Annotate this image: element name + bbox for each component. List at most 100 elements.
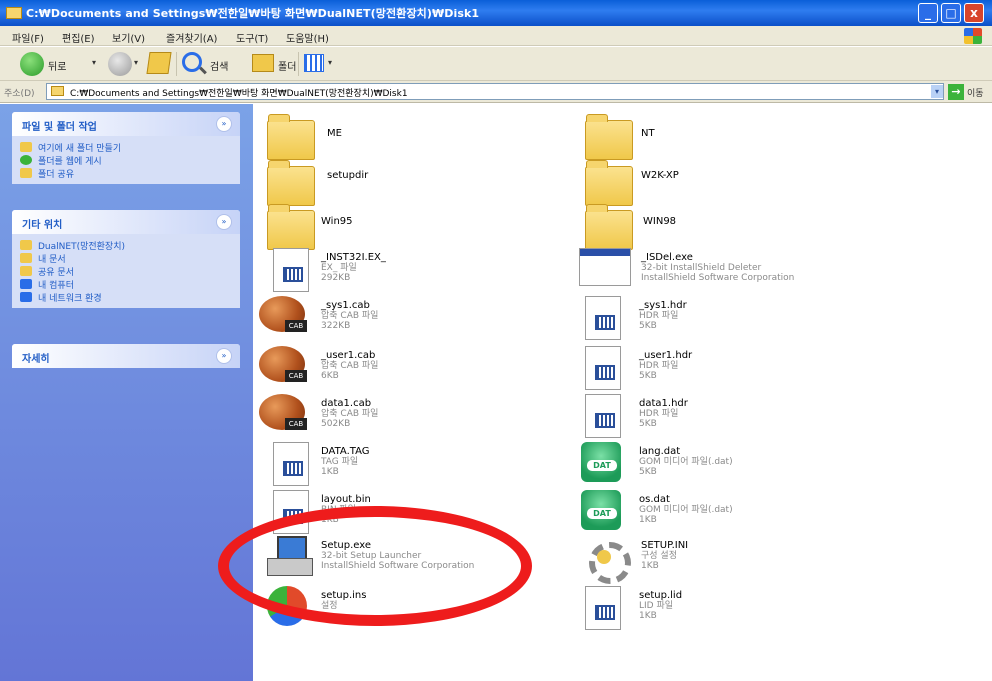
file-size: 1KB: [321, 467, 339, 477]
task-new-folder[interactable]: 여기에 새 폴더 만들기: [20, 141, 240, 154]
file-company: InstallShield Software Corporation: [641, 273, 795, 283]
computer-icon: [20, 279, 32, 289]
file-name: DATA.TAG: [321, 446, 370, 457]
task-label: 폴더를 웹에 게시: [38, 157, 102, 167]
search-icon[interactable]: [182, 52, 202, 72]
place-my-network[interactable]: 내 네트워크 환경: [20, 291, 240, 304]
collapse-chevron-icon[interactable]: »: [216, 214, 232, 230]
other-places-header[interactable]: 기타 위치 »: [12, 210, 240, 234]
forward-icon[interactable]: [108, 52, 132, 76]
explorer-window: C:₩Documents and Settings₩전한일₩바탕 화면₩Dual…: [0, 0, 992, 681]
place-my-documents[interactable]: 내 문서: [20, 252, 240, 265]
file-name: _sys1.cab: [321, 300, 370, 311]
panel-title: 자세히: [22, 354, 50, 365]
place-dualnet[interactable]: DualNET(망전환장치): [20, 239, 240, 252]
file-size: 322KB: [321, 321, 351, 331]
task-publish-web[interactable]: 폴더를 웹에 게시: [20, 154, 240, 167]
toolbar-separator: [298, 52, 299, 76]
forward-dropdown-icon[interactable]: ▾: [134, 58, 138, 67]
go-button-label[interactable]: 이동: [967, 86, 984, 99]
cab-badge: CAB: [285, 370, 307, 382]
place-shared-documents[interactable]: 공유 문서: [20, 265, 240, 278]
document-icon: [273, 248, 309, 292]
address-path[interactable]: C:₩Documents and Settings₩전한일₩바탕 화면₩Dual…: [70, 86, 408, 99]
file-type: 압축 CAB 파일: [321, 409, 379, 419]
folder-icon: [585, 204, 633, 250]
file-name: W2K-XP: [641, 170, 679, 181]
task-label: 여기에 새 폴더 만들기: [38, 144, 122, 154]
address-label: 주소(D): [4, 89, 35, 99]
window-title: C:₩Documents and Settings₩전한일₩바탕 화면₩Dual…: [26, 7, 480, 20]
file-type: GOM 미디어 파일(.dat): [639, 457, 733, 467]
place-label: 내 컴퓨터: [38, 281, 74, 291]
highlight-circle: [218, 506, 532, 626]
application-window-icon: [579, 248, 631, 286]
file-name: layout.bin: [321, 494, 371, 505]
back-dropdown-icon[interactable]: ▾: [92, 58, 96, 67]
file-type: 압축 CAB 파일: [321, 361, 379, 371]
document-icon: [273, 442, 309, 486]
up-folder-icon[interactable]: [146, 52, 172, 74]
dat-badge: DAT: [587, 460, 617, 471]
file-name: Win95: [321, 216, 353, 227]
place-label: 내 네트워크 환경: [38, 294, 102, 304]
menu-view[interactable]: 보기(V): [112, 30, 145, 45]
folders-icon[interactable]: [252, 54, 274, 72]
documents-folder-icon: [20, 253, 32, 263]
menu-file[interactable]: 파일(F): [12, 30, 44, 45]
file-size: 1KB: [641, 561, 659, 571]
menu-tools[interactable]: 도구(T): [236, 30, 268, 45]
folder-icon: [585, 114, 633, 160]
maximize-button[interactable]: □: [941, 3, 961, 23]
file-name: NT: [641, 128, 655, 139]
file-size: 1KB: [639, 515, 657, 525]
folder-icon: [6, 7, 22, 19]
address-dropdown-icon[interactable]: ▾: [931, 85, 943, 98]
search-button-label[interactable]: 검색: [210, 58, 228, 73]
details-header[interactable]: 자세히 »: [12, 344, 240, 368]
file-size: 5KB: [639, 371, 657, 381]
views-icon[interactable]: [304, 54, 324, 72]
expand-chevron-icon[interactable]: »: [216, 348, 232, 364]
menu-bar: 파일(F) 편집(E) 보기(V) 즐겨찾기(A) 도구(T) 도움말(H): [0, 26, 992, 46]
file-size: 1KB: [639, 611, 657, 621]
file-name: data1.cab: [321, 398, 372, 409]
place-my-computer[interactable]: 내 컴퓨터: [20, 278, 240, 291]
folder-icon: [267, 204, 315, 250]
globe-icon: [20, 155, 32, 165]
panel-title: 파일 및 폴더 작업: [22, 122, 97, 133]
file-type: HDR 파일: [639, 361, 679, 371]
cab-badge: CAB: [285, 320, 307, 332]
file-size: 5KB: [639, 467, 657, 477]
file-name: data1.hdr: [639, 398, 688, 409]
minimize-button[interactable]: _: [918, 3, 938, 23]
collapse-chevron-icon[interactable]: »: [216, 116, 232, 132]
file-tasks-header[interactable]: 파일 및 폴더 작업 »: [12, 112, 240, 136]
file-type: HDR 파일: [639, 311, 679, 321]
place-label: DualNET(망전환장치): [38, 242, 125, 252]
back-icon[interactable]: [20, 52, 44, 76]
folders-button-label[interactable]: 폴더: [278, 58, 296, 73]
title-bar[interactable]: C:₩Documents and Settings₩전한일₩바탕 화면₩Dual…: [0, 0, 992, 26]
file-name: setup.lid: [639, 590, 683, 601]
back-button-label[interactable]: 뒤로: [48, 58, 66, 73]
views-dropdown-icon[interactable]: ▾: [328, 58, 332, 67]
go-arrow-icon[interactable]: →: [948, 84, 964, 100]
file-type: GOM 미디어 파일(.dat): [639, 505, 733, 515]
file-type: 구성 설정: [641, 551, 677, 561]
place-label: 공유 문서: [38, 268, 74, 278]
menu-help[interactable]: 도움말(H): [286, 30, 329, 45]
menu-favorites[interactable]: 즐겨찾기(A): [166, 30, 217, 45]
cab-badge: CAB: [285, 418, 307, 430]
file-name: setupdir: [327, 170, 369, 181]
file-name: lang.dat: [639, 446, 681, 457]
menu-edit[interactable]: 편집(E): [62, 30, 95, 45]
task-share-folder[interactable]: 폴더 공유: [20, 167, 240, 180]
file-name: ME: [327, 128, 342, 139]
new-folder-icon: [20, 142, 32, 152]
share-folder-icon: [20, 168, 32, 178]
folder-icon: [267, 160, 315, 206]
close-button[interactable]: x: [964, 3, 984, 23]
file-size: 5KB: [639, 321, 657, 331]
network-icon: [20, 292, 32, 302]
